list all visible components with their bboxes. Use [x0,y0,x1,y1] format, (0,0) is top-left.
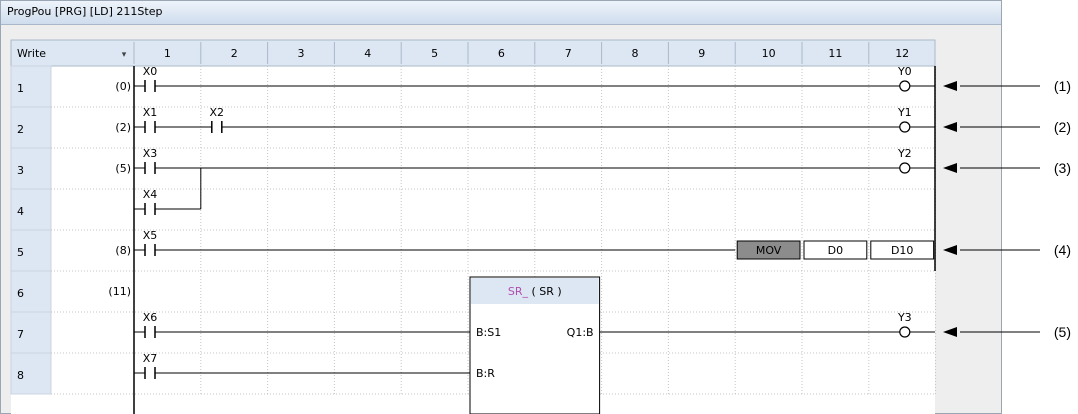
mode-dropdown-icon[interactable]: ▾ [122,50,127,60]
coil-label-Y0: Y0 [897,65,912,78]
sr-pin-r: B:R [476,367,495,380]
contact-X7[interactable] [140,349,160,381]
coil-label-Y3: Y3 [897,311,912,324]
column-header-2: 2 [231,47,238,60]
callout-label: (5) [1054,324,1071,340]
coil-Y1[interactable] [899,121,911,133]
callout-arrowhead [943,81,957,91]
coil-Y3[interactable] [899,326,911,338]
column-header-6: 6 [498,47,505,60]
step-number: (11) [108,285,131,298]
step-number: (0) [115,80,131,93]
contact-X1[interactable] [140,103,160,135]
mov-operand-label-D0: D0 [828,244,843,257]
contact-X4[interactable] [140,185,160,217]
column-header-8: 8 [632,47,639,60]
step-number: (8) [115,244,131,257]
column-header-4: 4 [364,47,371,60]
callout-label: (3) [1054,160,1071,176]
contact-X0[interactable] [140,62,160,94]
callout-label: (1) [1054,78,1071,94]
write-mode-label[interactable]: Write [17,47,46,60]
callout-arrowhead [943,245,957,255]
coil-Y0[interactable] [899,80,911,92]
row-number-8: 8 [17,369,24,382]
contact-X3[interactable] [140,144,160,176]
column-header-5: 5 [431,47,438,60]
step-number: (5) [115,162,131,175]
callout-arrowhead [943,163,957,173]
row-number-7: 7 [17,328,24,341]
column-header-3: 3 [298,47,305,60]
callout-label: (4) [1054,242,1071,258]
callout-arrowhead [943,122,957,132]
column-header-1: 1 [164,47,171,60]
sr-pin-q1: Q1:B [567,326,594,339]
sr-instance-name: SR_ [508,285,529,298]
contact-X2[interactable] [207,103,227,135]
mov-label: MOV [756,244,782,257]
column-header-11: 11 [828,47,842,60]
column-header-7: 7 [565,47,572,60]
column-header-12: 12 [895,47,909,60]
step-number: (2) [115,121,131,134]
contact-X5[interactable] [140,226,160,258]
row-number-1: 1 [17,82,24,95]
column-header-10: 10 [762,47,776,60]
coil-label-Y2: Y2 [897,147,912,160]
row-number-3: 3 [17,164,24,177]
sr-type-name: ( SR ) [528,285,562,298]
row-number-2: 2 [17,123,24,136]
ladder-diagram[interactable]: Write ▾ 1 2 3 4 5 6 7 8 9 10 11 1212345678(0)(2)(5)(8… [0,0,1078,414]
column-header-9: 9 [698,47,705,60]
contact-X6[interactable] [140,308,160,340]
row-number-4: 4 [17,205,24,218]
mov-operand-label-D10: D10 [891,244,913,257]
coil-label-Y1: Y1 [897,106,912,119]
row-number-6: 6 [17,287,24,300]
callout-label: (2) [1054,119,1071,135]
sr-block-title: SR_ ( SR ) [508,285,562,298]
sr-pin-s1: B:S1 [476,326,501,339]
row-number-5: 5 [17,246,24,259]
coil-Y2[interactable] [899,162,911,174]
callout-arrowhead [943,327,957,337]
